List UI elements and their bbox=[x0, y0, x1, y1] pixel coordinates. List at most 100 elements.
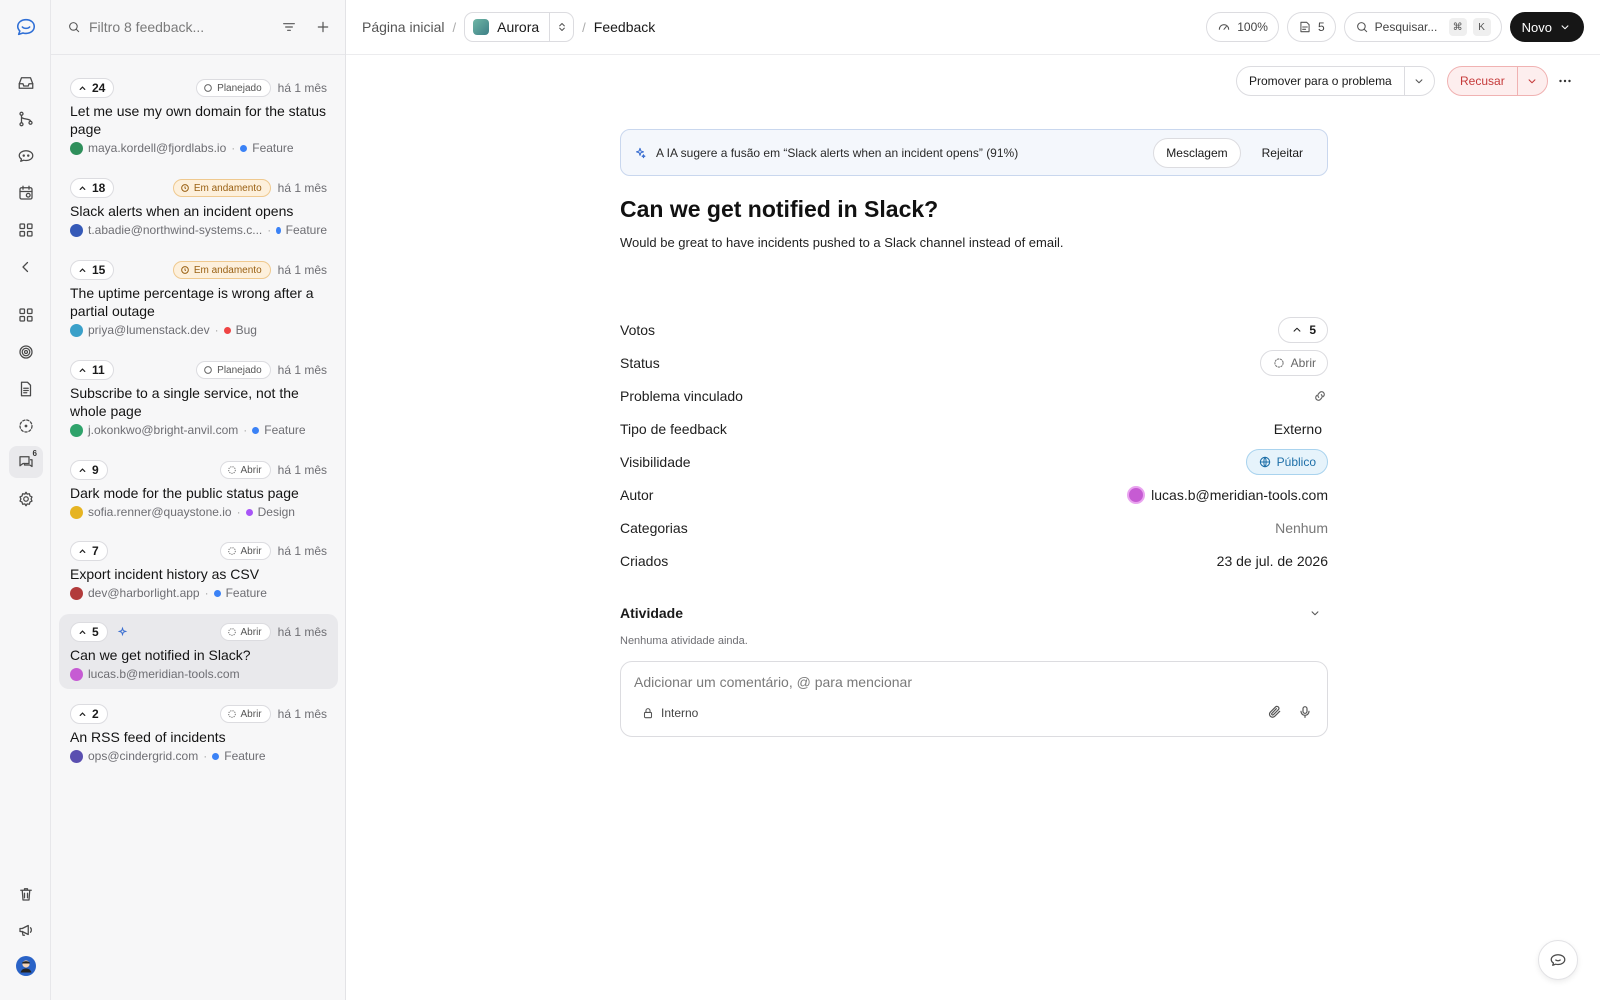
assistant-fab[interactable] bbox=[1538, 940, 1578, 980]
status-label: Em andamento bbox=[193, 264, 262, 276]
list-item[interactable]: 24 Planejado há 1 mês Let me use my own dom… bbox=[59, 70, 338, 163]
sparkle-icon bbox=[635, 147, 646, 158]
list-item[interactable]: 18 Em andamento há 1 mês Slack alerts when … bbox=[59, 170, 338, 245]
add-icon[interactable] bbox=[315, 19, 331, 35]
vote-count: 7 bbox=[92, 544, 99, 558]
categories-value[interactable]: Nenhum bbox=[1275, 520, 1328, 536]
filter-input[interactable]: Filtro 8 feedback... bbox=[89, 19, 273, 35]
new-button[interactable]: Novo bbox=[1509, 12, 1584, 42]
status-label: Em andamento bbox=[193, 182, 262, 194]
grid-icon[interactable] bbox=[9, 214, 43, 246]
chevron-updown-icon[interactable] bbox=[549, 13, 573, 41]
comment-visibility-toggle[interactable]: Interno bbox=[641, 706, 698, 720]
item-time: há 1 mês bbox=[277, 363, 327, 377]
filter-icon[interactable] bbox=[281, 19, 297, 35]
item-email: t.abadie@northwind-systems.c... bbox=[88, 223, 263, 237]
search-placeholder: Pesquisar... bbox=[1374, 20, 1438, 34]
gauge-icon bbox=[1219, 24, 1230, 30]
more-icon bbox=[1559, 79, 1571, 83]
logo-icon[interactable] bbox=[9, 11, 43, 43]
status-label: Planejado bbox=[217, 82, 262, 94]
comment-input[interactable]: Adicionar um comentário, @ para menciona… bbox=[634, 674, 912, 690]
trash-icon[interactable] bbox=[9, 878, 43, 910]
item-tag: Design bbox=[257, 505, 295, 519]
vote-button[interactable]: 9 bbox=[70, 460, 108, 480]
vote-button[interactable]: 5 bbox=[70, 622, 108, 642]
status-badge: Abrir bbox=[219, 461, 271, 479]
reject-button[interactable]: Rejeitar bbox=[1250, 138, 1315, 168]
tag-dot bbox=[212, 752, 220, 760]
list-item[interactable]: 11 Planejado há 1 mês Subscribe to a single… bbox=[59, 352, 338, 445]
feedback-title: Can we get notified in Slack? bbox=[620, 196, 939, 222]
user-avatar[interactable] bbox=[9, 950, 43, 982]
vote-button[interactable]: 2 bbox=[70, 704, 108, 724]
inbox-icon[interactable] bbox=[9, 67, 43, 99]
list-item[interactable]: 7 Abrir há 1 mês Export incident history as… bbox=[59, 533, 338, 608]
collapse-icon[interactable] bbox=[9, 251, 43, 283]
promote-dropdown[interactable] bbox=[1403, 67, 1434, 95]
attach-icon[interactable] bbox=[1267, 704, 1283, 720]
link-issue-button[interactable] bbox=[1312, 388, 1328, 404]
crumb-home[interactable]: Página inicial bbox=[362, 19, 445, 35]
calendar-icon[interactable] bbox=[9, 177, 43, 209]
vote-count: 5 bbox=[92, 625, 99, 639]
vote-button[interactable]: 18 bbox=[70, 178, 115, 198]
avatar bbox=[70, 223, 83, 237]
vote-button[interactable]: 15 bbox=[70, 260, 115, 280]
chevron-up-icon bbox=[1293, 327, 1301, 332]
status-badge: Abrir bbox=[219, 623, 271, 641]
vote-count: 11 bbox=[92, 363, 105, 377]
megaphone-icon[interactable] bbox=[9, 914, 43, 946]
item-tag: Feature bbox=[225, 586, 267, 600]
notes-button[interactable]: 5 bbox=[1286, 12, 1336, 42]
status-badge: Em andamento bbox=[172, 179, 271, 197]
vote-button[interactable]: 7 bbox=[70, 541, 108, 561]
zoom-value: 100% bbox=[1237, 20, 1268, 34]
list-item[interactable]: 5 Abrir há 1 mês Can we get notified in Sla… bbox=[59, 614, 338, 689]
decline-dropdown[interactable] bbox=[1516, 67, 1547, 95]
target-icon[interactable] bbox=[9, 336, 43, 368]
visibility-chip[interactable]: Público bbox=[1245, 449, 1328, 475]
list-item[interactable]: 9 Abrir há 1 mês Dark mode for the public s… bbox=[59, 452, 338, 527]
item-title: Let me use my own domain for the status … bbox=[70, 103, 327, 137]
more-menu-button[interactable] bbox=[1553, 71, 1577, 91]
global-search[interactable]: Pesquisar... ⌘ K bbox=[1343, 12, 1502, 42]
list-item[interactable]: 15 Em andamento há 1 mês The uptime percent… bbox=[59, 252, 338, 345]
activity-header[interactable]: Atividade bbox=[620, 605, 1328, 621]
apps-icon[interactable] bbox=[9, 299, 43, 331]
chat-bot-icon[interactable] bbox=[9, 140, 43, 172]
kbd-k: K bbox=[1472, 18, 1491, 36]
feedback-icon[interactable]: 6 bbox=[9, 446, 43, 478]
item-time: há 1 mês bbox=[277, 81, 327, 95]
author-value[interactable]: lucas.b@meridian-tools.com bbox=[1127, 486, 1328, 504]
prop-categories: Categorias Nenhum bbox=[620, 513, 1328, 543]
status-chip[interactable]: Abrir bbox=[1259, 350, 1328, 376]
microphone-icon[interactable] bbox=[1297, 704, 1313, 720]
merge-button[interactable]: Mesclagem bbox=[1153, 137, 1241, 168]
settings-icon[interactable] bbox=[9, 483, 43, 515]
vote-button[interactable]: 11 bbox=[70, 360, 114, 380]
vote-count: 9 bbox=[92, 463, 99, 477]
item-title: Slack alerts when an incident opens bbox=[70, 203, 294, 219]
votes-chip[interactable]: 5 bbox=[1278, 317, 1328, 343]
vote-button[interactable]: 24 bbox=[70, 78, 115, 98]
item-title: Dark mode for the public status page bbox=[70, 485, 299, 501]
comment-box[interactable]: Adicionar um comentário, @ para menciona… bbox=[620, 661, 1328, 737]
decline-button[interactable]: Recusar bbox=[1448, 67, 1517, 95]
project-selector[interactable]: Aurora bbox=[464, 12, 575, 42]
type-value[interactable]: Externo bbox=[1274, 421, 1328, 437]
promote-button[interactable]: Promover para o problema bbox=[1237, 67, 1404, 95]
item-title: The uptime percentage is wrong after a p… bbox=[70, 285, 314, 319]
avatar bbox=[70, 505, 83, 519]
dashed-circle-icon[interactable] bbox=[9, 410, 43, 442]
item-title: Subscribe to a single service, not the w… bbox=[70, 385, 299, 419]
item-time: há 1 mês bbox=[277, 263, 327, 277]
git-branch-icon[interactable] bbox=[9, 103, 43, 135]
list-item[interactable]: 2 Abrir há 1 mês An RSS feed of incidents op… bbox=[59, 696, 338, 771]
search-icon bbox=[69, 22, 80, 33]
chevron-up-icon bbox=[79, 629, 86, 634]
document-icon[interactable] bbox=[9, 373, 43, 405]
tag-dot bbox=[276, 226, 281, 234]
avatar bbox=[70, 423, 83, 437]
zoom-button[interactable]: 100% bbox=[1206, 12, 1279, 42]
